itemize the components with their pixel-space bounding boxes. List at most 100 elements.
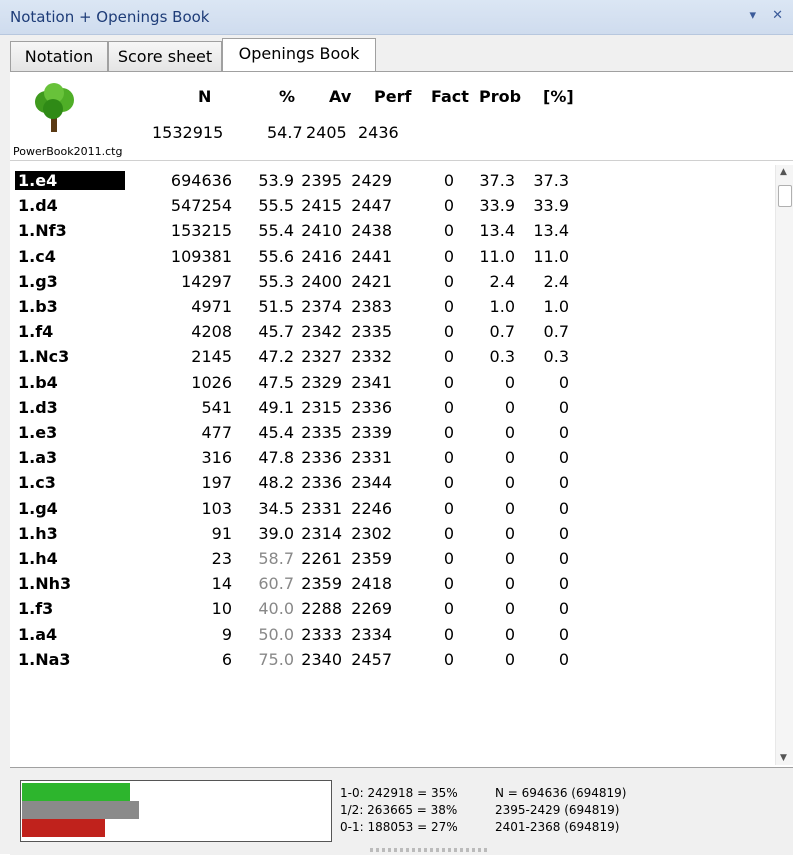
move-row[interactable]: 1.h4 23 58.7 2261 2359 0 0 0	[10, 547, 770, 571]
tab-score-sheet[interactable]: Score sheet	[108, 41, 222, 71]
share-percent: 0	[558, 599, 569, 619]
move-label[interactable]: 1.Nf3	[18, 221, 67, 240]
share-percent: 0.7	[543, 322, 569, 342]
score-percent: 75.0	[258, 649, 294, 669]
col-header-pct: %	[279, 87, 296, 106]
move-row[interactable]: 1.h3 91 39.0 2314 2302 0 0 0	[10, 522, 770, 546]
performance-rating: 2341	[351, 372, 392, 392]
move-label[interactable]: 1.h4	[18, 549, 58, 568]
scroll-up-icon[interactable]: ▲	[780, 167, 787, 177]
performance-rating: 2334	[351, 624, 392, 644]
games-count: 91	[211, 523, 232, 543]
move-label[interactable]: 1.a3	[18, 448, 57, 467]
move-row[interactable]: 1.d3 541 49.1 2315 2336 0 0 0	[10, 396, 770, 420]
move-label[interactable]: 1.f3	[18, 599, 53, 618]
total-percent: 54.7	[267, 123, 303, 142]
move-row[interactable]: 1.e3 477 45.4 2335 2339 0 0 0	[10, 421, 770, 445]
move-row[interactable]: 1.d4 547254 55.5 2415 2447 0 33.9 33.9	[10, 194, 770, 218]
share-percent: 0	[558, 523, 569, 543]
probability: 0.7	[489, 322, 515, 342]
window-controls[interactable]: ▾ ✕	[749, 8, 789, 23]
window-title: Notation + Openings Book	[10, 8, 210, 26]
share-percent: 1.0	[543, 297, 569, 316]
performance-rating: 2331	[351, 448, 392, 468]
score-percent: 40.0	[258, 599, 294, 619]
move-label[interactable]: 1.e3	[18, 423, 57, 442]
average-rating: 2359	[301, 574, 342, 594]
move-label[interactable]: 1.a4	[18, 625, 57, 644]
share-percent: 0	[558, 397, 569, 417]
performance-rating: 2457	[351, 649, 392, 669]
move-label[interactable]: 1.g4	[18, 499, 58, 518]
factor: 0	[443, 347, 454, 367]
move-row[interactable]: 1.a4 9 50.0 2333 2334 0 0 0	[10, 623, 770, 647]
move-label[interactable]: 1.f4	[18, 322, 53, 341]
performance-rating: 2335	[351, 322, 392, 342]
score-percent: 47.8	[258, 448, 294, 468]
probability: 37.3	[479, 171, 515, 190]
games-count: 541	[201, 397, 232, 417]
score-percent: 50.0	[258, 624, 294, 644]
move-row[interactable]: 1.b4 1026 47.5 2329 2341 0 0 0	[10, 371, 770, 395]
scroll-thumb[interactable]	[778, 185, 792, 207]
move-label[interactable]: 1.Na3	[18, 650, 71, 669]
share-percent: 0	[558, 423, 569, 442]
performance-rating: 2269	[351, 599, 392, 619]
tab-openings-book[interactable]: Openings Book	[222, 38, 376, 72]
move-row[interactable]: 1.e4 694636 53.9 2395 2429 0 37.3 37.3	[10, 169, 770, 193]
average-rating: 2327	[301, 347, 342, 367]
move-label[interactable]: 1.d3	[18, 398, 58, 417]
probability: 1.0	[489, 297, 515, 316]
games-count: 477	[201, 423, 232, 442]
probability: 0	[504, 624, 515, 644]
score-percent: 58.7	[258, 549, 294, 568]
move-row[interactable]: 1.g3 14297 55.3 2400 2421 0 2.4 2.4	[10, 270, 770, 294]
factor: 0	[443, 397, 454, 417]
move-row[interactable]: 1.Nc3 2145 47.2 2327 2332 0 0.3 0.3	[10, 345, 770, 369]
factor: 0	[443, 599, 454, 619]
move-row[interactable]: 1.c3 197 48.2 2336 2344 0 0 0	[10, 471, 770, 495]
average-rating: 2395	[301, 171, 342, 190]
score-percent: 47.2	[258, 347, 294, 367]
probability: 0	[504, 498, 515, 518]
resize-grip[interactable]	[370, 848, 490, 852]
move-row[interactable]: 1.b3 4971 51.5 2374 2383 0 1.0 1.0	[10, 295, 770, 319]
move-label[interactable]: 1.d4	[18, 196, 58, 215]
share-percent: 2.4	[543, 271, 569, 291]
average-rating: 2329	[301, 372, 342, 392]
move-row[interactable]: 1.c4 109381 55.6 2416 2441 0 11.0 11.0	[10, 245, 770, 269]
move-label[interactable]: 1.b3	[18, 297, 58, 316]
move-row[interactable]: 1.g4 103 34.5 2331 2246 0 0 0	[10, 497, 770, 521]
probability: 13.4	[479, 221, 515, 241]
probability: 0	[504, 599, 515, 619]
probability: 0	[504, 574, 515, 594]
vertical-scrollbar[interactable]: ▲ ▼	[775, 165, 793, 765]
move-row[interactable]: 1.f4 4208 45.7 2342 2335 0 0.7 0.7	[10, 320, 770, 344]
move-row[interactable]: 1.Nh3 14 60.7 2359 2418 0 0 0	[10, 572, 770, 596]
move-row[interactable]: 1.f3 10 40.0 2288 2269 0 0 0	[10, 597, 770, 621]
move-row[interactable]: 1.Na3 6 75.0 2340 2457 0 0 0	[10, 648, 770, 672]
average-rating: 2333	[301, 624, 342, 644]
games-count: 6	[221, 649, 232, 669]
scroll-down-icon[interactable]: ▼	[780, 753, 787, 763]
move-label[interactable]: 1.e4	[15, 171, 125, 190]
score-percent: 47.5	[258, 372, 294, 392]
tab-strip: Notation Score sheet Openings Book	[10, 38, 793, 72]
col-header-av: Av	[329, 87, 352, 106]
move-label[interactable]: 1.c4	[18, 247, 56, 266]
performance-rating: 2383	[351, 297, 392, 316]
total-performance: 2436	[358, 123, 399, 142]
score-percent: 45.4	[258, 423, 294, 442]
move-label[interactable]: 1.b4	[18, 373, 58, 392]
move-row[interactable]: 1.a3 316 47.8 2336 2331 0 0 0	[10, 446, 770, 470]
move-label[interactable]: 1.Nh3	[18, 574, 71, 593]
move-label[interactable]: 1.g3	[18, 272, 58, 291]
factor: 0	[443, 649, 454, 669]
games-count: 694636	[170, 171, 232, 190]
tab-notation[interactable]: Notation	[10, 41, 108, 71]
move-label[interactable]: 1.Nc3	[18, 347, 69, 366]
move-label[interactable]: 1.h3	[18, 524, 58, 543]
move-label[interactable]: 1.c3	[18, 473, 56, 492]
share-percent: 0	[558, 498, 569, 518]
move-row[interactable]: 1.Nf3 153215 55.4 2410 2438 0 13.4 13.4	[10, 219, 770, 243]
